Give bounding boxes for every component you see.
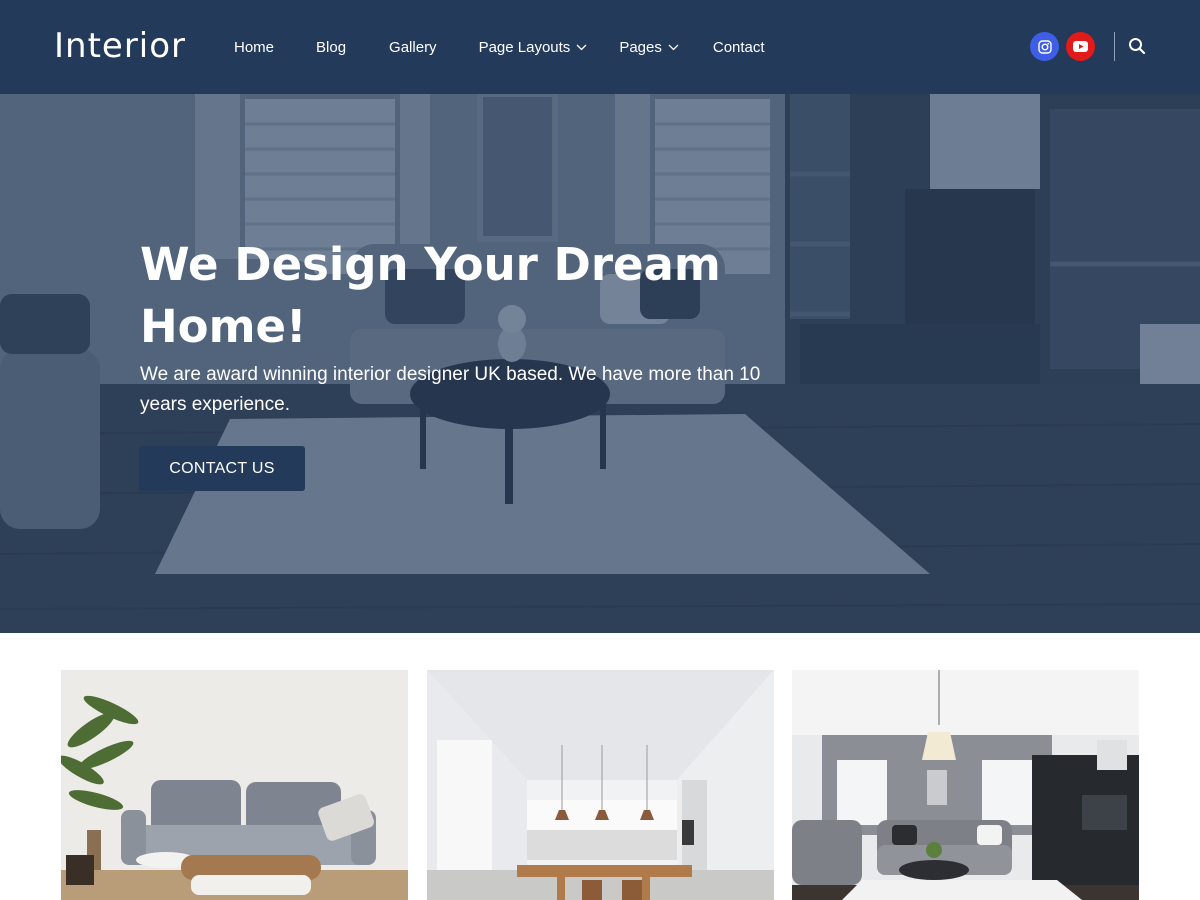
gallery-cards (0, 670, 1200, 900)
kitchen-dining-photo (427, 670, 774, 900)
main-nav: Home Blog Gallery Page Layouts Pages Con… (234, 0, 765, 94)
lounge-photo (792, 670, 1139, 900)
hero-subtitle: We are award winning interior designer U… (140, 364, 761, 415)
hero-title: We Design Your Dream Home! (140, 238, 721, 353)
nav-item-pages[interactable]: Pages (619, 39, 679, 56)
chevron-down-icon (668, 44, 679, 50)
youtube-button[interactable] (1066, 32, 1095, 61)
search-icon (1129, 38, 1146, 55)
hero-section: We Design Your Dream Home! We are award … (0, 94, 1200, 633)
instagram-button[interactable] (1030, 32, 1059, 61)
gallery-card[interactable] (61, 670, 408, 900)
nav-item-page-layouts[interactable]: Page Layouts (479, 39, 588, 56)
nav-label: Gallery (389, 38, 437, 56)
nav-label: Page Layouts (478, 38, 571, 56)
nav-item-home[interactable]: Home (234, 39, 274, 56)
search-button[interactable] (1126, 35, 1148, 57)
nav-item-contact[interactable]: Contact (713, 39, 765, 56)
sofa-room-photo (61, 670, 408, 900)
nav-item-gallery[interactable]: Gallery (389, 39, 437, 56)
youtube-icon (1073, 41, 1088, 52)
gallery-card[interactable] (792, 670, 1139, 900)
nav-item-blog[interactable]: Blog (316, 39, 346, 56)
gallery-card[interactable] (427, 670, 774, 900)
instagram-icon (1037, 39, 1052, 54)
contact-us-button[interactable]: CONTACT US (139, 446, 305, 491)
site-header: Interior Home Blog Gallery Page Layouts … (0, 0, 1200, 94)
nav-label: Contact (712, 38, 765, 56)
site-logo[interactable]: Interior (54, 26, 186, 66)
nav-label: Blog (316, 38, 347, 56)
header-divider (1114, 32, 1115, 61)
nav-label: Pages (619, 38, 662, 56)
chevron-down-icon (576, 44, 587, 50)
nav-label: Home (234, 38, 275, 56)
